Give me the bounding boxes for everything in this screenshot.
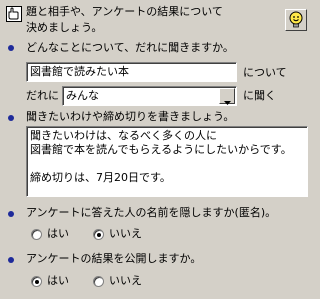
anonymous-yes-label: はい — [47, 227, 69, 240]
bullet-q4 — [8, 257, 14, 263]
anonymous-no-label: いいえ — [109, 227, 142, 240]
reason-line-3: 締め切りは、7月20日です。 — [30, 171, 171, 184]
pointing-hand-icon — [6, 6, 22, 22]
publish-yes-selected-dot — [35, 280, 39, 284]
reason-textarea[interactable]: 聞きたいわけは、なるべく多くの人に 図書館で本を読んでもらえるようにしたいからで… — [26, 126, 308, 197]
target-select[interactable]: みんな — [62, 86, 237, 106]
q4-label: アンケートの結果を公開しますか。 — [26, 252, 202, 265]
header-line-2: 決めましょう。 — [26, 21, 103, 34]
chevron-down-icon — [224, 95, 231, 109]
bullet-q2 — [8, 115, 14, 121]
q1-label: どんなことについて、だれに聞きますか。 — [26, 41, 234, 54]
anonymous-no-selected-dot — [97, 233, 101, 237]
header-line-1: 題と相手や、アンケートの結果について — [26, 5, 223, 18]
publish-no-label: いいえ — [109, 274, 142, 287]
light-bulb-icon — [288, 11, 304, 32]
bullet-q1 — [8, 45, 14, 51]
target-select-value: みんな — [66, 89, 99, 102]
topic-input-value: 図書館で読みたい本 — [30, 65, 129, 78]
reason-line-1: 聞きたいわけは、なるべく多くの人に — [30, 129, 217, 142]
publish-yes-label: はい — [47, 274, 69, 287]
anonymous-no-radio[interactable] — [93, 229, 104, 240]
hint-button[interactable] — [285, 9, 307, 31]
topic-suffix: について — [243, 66, 287, 79]
topic-input[interactable]: 図書館で読みたい本 — [26, 62, 237, 82]
bullet-q3 — [8, 211, 14, 217]
target-prefix: だれに — [26, 89, 59, 102]
publish-yes-radio[interactable] — [31, 276, 42, 287]
target-suffix: に聞く — [243, 89, 276, 102]
target-select-dropdown-button[interactable] — [219, 88, 235, 105]
reason-line-2: 図書館で本を読んでもらえるようにしたいからです。 — [30, 143, 292, 156]
anonymous-yes-radio[interactable] — [31, 229, 42, 240]
q2-label: 聞きたいわけや締め切りを書きましょう。 — [26, 110, 235, 123]
q3-label: アンケートに答えた人の名前を隠しますか(匿名)。 — [26, 206, 277, 219]
publish-no-radio[interactable] — [93, 276, 104, 287]
